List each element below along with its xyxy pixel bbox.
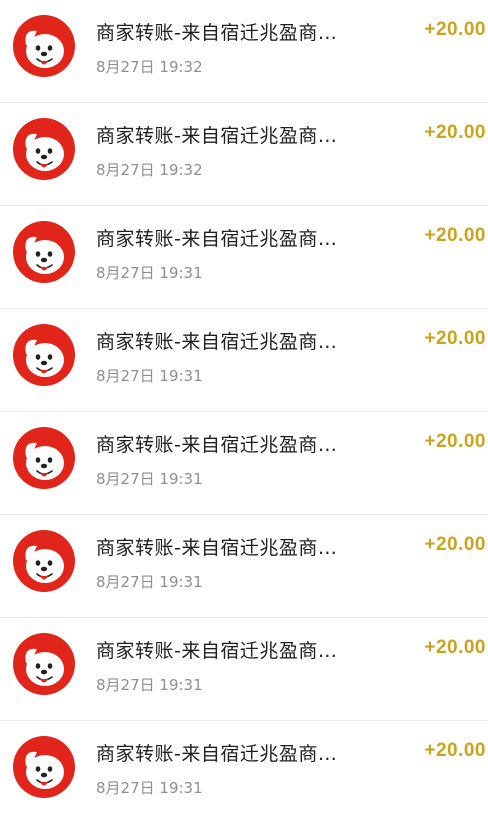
transaction-time: 8月27日 19:31 xyxy=(96,573,203,591)
transaction-title: 商家转账-来自宿迁兆盈商… xyxy=(96,640,338,662)
transaction-amount: +20.00 xyxy=(424,534,486,555)
transaction-title: 商家转账-来自宿迁兆盈商… xyxy=(96,537,338,559)
transaction-time: 8月27日 19:31 xyxy=(96,470,203,488)
transaction-time: 8月27日 19:32 xyxy=(96,161,203,179)
transaction-time: 8月27日 19:31 xyxy=(96,676,203,694)
transaction-amount: +20.00 xyxy=(424,225,486,246)
transaction-amount: +20.00 xyxy=(424,122,486,143)
jd-dog-mascot-icon xyxy=(13,633,75,695)
transaction-row[interactable]: 商家转账-来自宿迁兆盈商… 8月27日 19:31 +20.00 xyxy=(0,618,488,721)
transaction-row[interactable]: 商家转账-来自宿迁兆盈商… 8月27日 19:32 +20.00 xyxy=(0,0,488,103)
transaction-row[interactable]: 商家转账-来自宿迁兆盈商… 8月27日 19:31 +20.00 xyxy=(0,309,488,412)
transaction-title: 商家转账-来自宿迁兆盈商… xyxy=(96,434,338,456)
transaction-time: 8月27日 19:31 xyxy=(96,367,203,385)
transaction-row[interactable]: 商家转账-来自宿迁兆盈商… 8月27日 19:31 +20.00 xyxy=(0,515,488,618)
transaction-row[interactable]: 商家转账-来自宿迁兆盈商… 8月27日 19:31 +20.00 xyxy=(0,412,488,515)
jd-dog-mascot-icon xyxy=(13,427,75,489)
transaction-time: 8月27日 19:32 xyxy=(96,58,203,76)
jd-dog-mascot-icon xyxy=(13,736,75,798)
transaction-title: 商家转账-来自宿迁兆盈商… xyxy=(96,743,338,765)
transaction-title: 商家转账-来自宿迁兆盈商… xyxy=(96,331,338,353)
transaction-row[interactable]: 商家转账-来自宿迁兆盈商… 8月27日 19:32 +20.00 xyxy=(0,103,488,206)
transaction-title: 商家转账-来自宿迁兆盈商… xyxy=(96,22,338,44)
transaction-amount: +20.00 xyxy=(424,431,486,452)
transaction-row[interactable]: 商家转账-来自宿迁兆盈商… 8月27日 19:31 +20.00 xyxy=(0,721,488,824)
transaction-amount: +20.00 xyxy=(424,637,486,658)
jd-dog-mascot-icon xyxy=(13,221,75,283)
jd-dog-mascot-icon xyxy=(13,324,75,386)
jd-dog-mascot-icon xyxy=(13,118,75,180)
transaction-time: 8月27日 19:31 xyxy=(96,264,203,282)
jd-dog-mascot-icon xyxy=(13,15,75,77)
transaction-amount: +20.00 xyxy=(424,328,486,349)
jd-dog-mascot-icon xyxy=(13,530,75,592)
transaction-list: 商家转账-来自宿迁兆盈商… 8月27日 19:32 +20.00 商家转账-来自… xyxy=(0,0,488,824)
transaction-title: 商家转账-来自宿迁兆盈商… xyxy=(96,125,338,147)
transaction-amount: +20.00 xyxy=(424,19,486,40)
transaction-row[interactable]: 商家转账-来自宿迁兆盈商… 8月27日 19:31 +20.00 xyxy=(0,206,488,309)
transaction-time: 8月27日 19:31 xyxy=(96,779,203,797)
transaction-amount: +20.00 xyxy=(424,740,486,761)
transaction-title: 商家转账-来自宿迁兆盈商… xyxy=(96,228,338,250)
